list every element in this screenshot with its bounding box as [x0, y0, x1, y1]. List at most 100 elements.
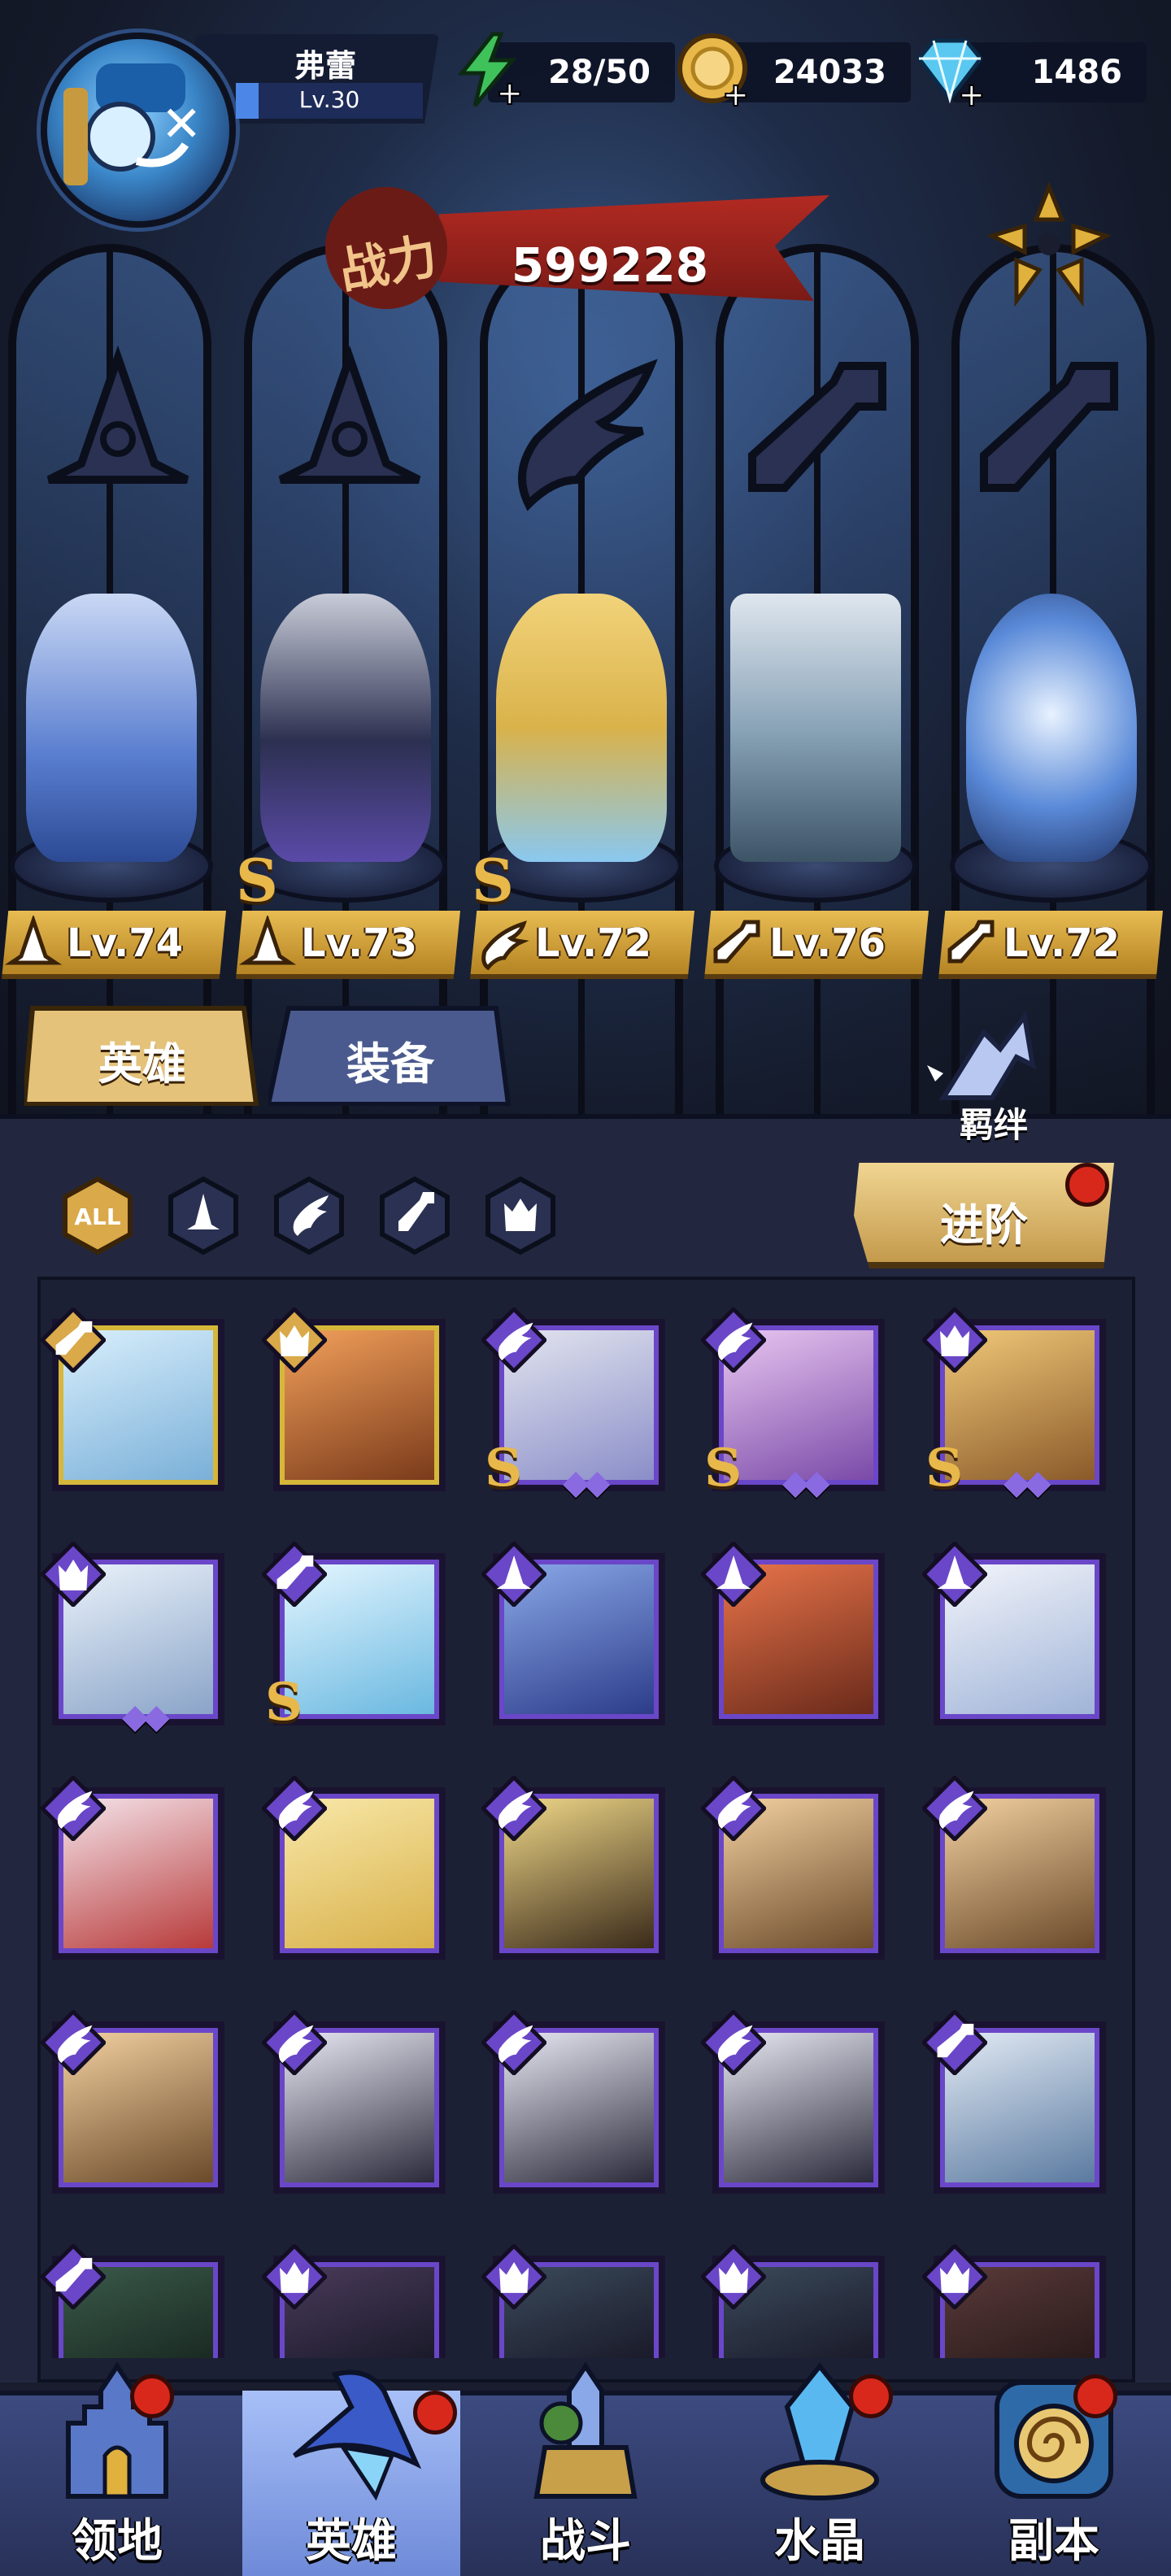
- roster-hero-card[interactable]: [701, 2010, 885, 2194]
- lineup-class-slot-wrench[interactable]: [951, 342, 1138, 529]
- lineup-class-slot-wing[interactable]: [488, 342, 675, 529]
- bond-button[interactable]: 羁绊: [911, 1000, 1073, 1147]
- power-label: 战力: [335, 227, 442, 301]
- gold-counter[interactable]: + 24033: [677, 33, 911, 109]
- lineup-class-slot-wrench[interactable]: [720, 342, 907, 529]
- mage-class-icon: [701, 1542, 766, 1607]
- roster-hero-card[interactable]: [701, 2244, 885, 2358]
- nav-battle[interactable]: 战斗: [468, 2358, 703, 2576]
- stamina-value: 28/50: [548, 54, 651, 91]
- diamond-gem-icon: +: [916, 38, 986, 109]
- filter-all-button[interactable]: ALL: [57, 1171, 138, 1260]
- beast-class-icon: [922, 2244, 987, 2309]
- lineup-level-text: Lv.72: [535, 920, 651, 966]
- roster-hero-card[interactable]: [41, 1776, 224, 1960]
- star-rating: ◆◆: [782, 1462, 830, 1502]
- wing-icon: [481, 920, 529, 971]
- beast-class-icon: [481, 2244, 546, 2309]
- roster-hero-card[interactable]: [262, 1776, 446, 1960]
- roster-hero-card[interactable]: [41, 2010, 224, 2194]
- mage-hat-icon: [278, 345, 421, 484]
- wing-class-icon: [701, 2010, 766, 2075]
- wrench-class-icon: [922, 2010, 987, 2075]
- castle-icon: [66, 2361, 168, 2499]
- roster-hero-card[interactable]: [481, 1776, 665, 1960]
- roster-hero-card[interactable]: [262, 2244, 446, 2358]
- roster-hero-card[interactable]: S: [262, 1542, 446, 1733]
- bottom-navigation: 领地 英雄 战斗 水晶 副本: [0, 2358, 1171, 2576]
- beast-class-icon: [262, 2244, 327, 2309]
- wing-class-icon: [41, 2010, 106, 2075]
- wrench-icon: [980, 362, 1118, 492]
- filter-beast-button[interactable]: [480, 1171, 561, 1260]
- roster-hero-card[interactable]: [922, 2244, 1106, 2358]
- roster-hero-card[interactable]: S ◆◆: [701, 1308, 885, 1502]
- nav-crystal-dot: [849, 2374, 893, 2418]
- roster-hero-card[interactable]: [481, 2010, 665, 2194]
- roster-hero-card[interactable]: [262, 1308, 446, 1491]
- wing-class-icon: [481, 1308, 546, 1373]
- nav-territory-label: 领地: [72, 2515, 163, 2568]
- mage-class-icon: [922, 1542, 987, 1607]
- lineup-class-slot-mage[interactable]: [256, 342, 443, 529]
- nav-crystal[interactable]: 水晶: [703, 2358, 937, 2576]
- lineup-level-plate: Lv.72: [938, 911, 1163, 979]
- tab-heroes[interactable]: 英雄: [24, 1000, 260, 1106]
- settings-gear-icon[interactable]: [984, 179, 1114, 309]
- ice-sorceress-figure: [26, 594, 197, 862]
- lineup-level-text: Lv.76: [769, 920, 886, 966]
- lineup-class-slot-mage[interactable]: [24, 342, 211, 529]
- advance-notification-dot: [1065, 1163, 1109, 1207]
- lineup-hero-5[interactable]: [942, 594, 1161, 903]
- nav-dungeon[interactable]: 副本: [937, 2358, 1171, 2576]
- lineup-hero-4[interactable]: [706, 594, 925, 903]
- tab-equipment[interactable]: 装备: [268, 1000, 512, 1106]
- star-rating: ◆◆: [122, 1696, 170, 1736]
- lineup-level-plate: Lv.74: [2, 911, 226, 979]
- beast-class-icon: [922, 1308, 987, 1373]
- sword-shield-icon: [533, 2361, 638, 2499]
- lineup-level-plate: Lv.72: [470, 911, 694, 979]
- roster-hero-card[interactable]: ◆◆: [41, 1542, 224, 1736]
- mage-class-icon: [481, 1542, 546, 1607]
- filter-wing-button[interactable]: [268, 1171, 350, 1260]
- lineup-hero-1[interactable]: [2, 594, 221, 903]
- roster-hero-card[interactable]: [922, 1776, 1106, 1960]
- wing-class-icon: [481, 1776, 546, 1841]
- wizard-hat-icon: [293, 2369, 422, 2501]
- roster-hero-card[interactable]: S ◆◆: [481, 1308, 665, 1502]
- lineup-level-text: Lv.73: [301, 920, 417, 966]
- rank-s-badge: S: [265, 1672, 303, 1733]
- svg-text:+: +: [958, 76, 986, 109]
- tab-equipment-label: 装备: [346, 1038, 434, 1090]
- roster-hero-card[interactable]: [701, 1776, 885, 1960]
- wing-class-icon: [41, 1776, 106, 1841]
- gold-coin-icon: +: [677, 33, 751, 109]
- filter-wrench-button[interactable]: [374, 1171, 455, 1260]
- player-avatar[interactable]: ✕: [41, 33, 236, 228]
- svg-text:+: +: [722, 76, 750, 109]
- stamina-counter[interactable]: + 28/50: [457, 32, 675, 109]
- roster-hero-card[interactable]: [481, 1542, 665, 1725]
- wrench-icon: [947, 920, 995, 964]
- wrench-class-icon: [262, 1542, 327, 1607]
- roster-hero-card[interactable]: [922, 1542, 1106, 1725]
- glass-pod-robot-figure: [966, 594, 1137, 862]
- nav-heroes-label: 英雄: [306, 2515, 397, 2568]
- wrench-class-icon: [41, 1308, 106, 1373]
- gem-value: 1486: [1031, 54, 1122, 91]
- lineup-level-text: Lv.74: [67, 920, 183, 966]
- roster-hero-card[interactable]: S ◆◆: [922, 1308, 1106, 1502]
- roster-hero-card[interactable]: [481, 2244, 665, 2358]
- gem-counter[interactable]: + 1486: [916, 38, 1147, 109]
- nav-crystal-label: 水晶: [774, 2515, 865, 2568]
- roster-hero-card[interactable]: [41, 2244, 224, 2358]
- roster-hero-card[interactable]: [701, 1542, 885, 1725]
- filter-mage-button[interactable]: [163, 1171, 244, 1260]
- roster-hero-card[interactable]: [41, 1308, 224, 1491]
- roster-hero-card[interactable]: [262, 2010, 446, 2194]
- player-level: Lv.30: [298, 86, 360, 113]
- nav-territory[interactable]: 领地: [0, 2358, 234, 2576]
- lineup-level-plate: Lv.73: [236, 911, 460, 979]
- roster-hero-card[interactable]: [922, 2010, 1106, 2194]
